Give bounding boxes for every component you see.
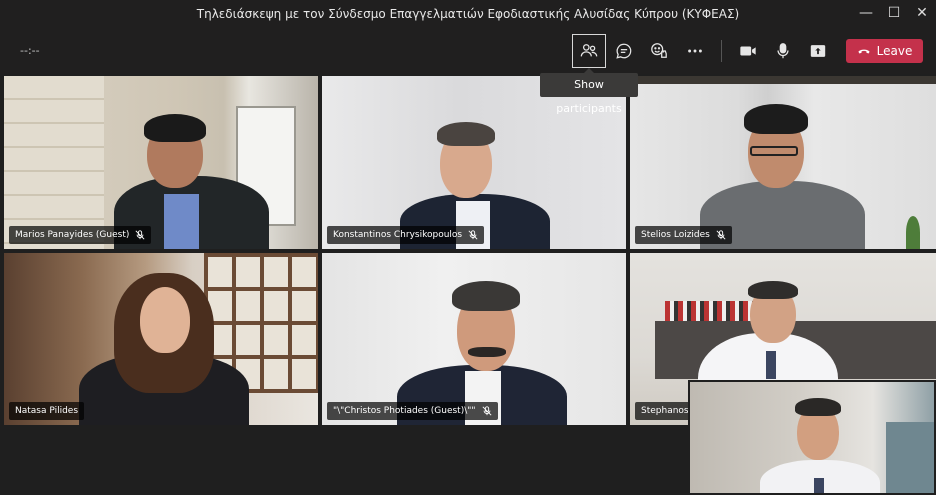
microphone-button[interactable]	[766, 34, 800, 68]
participant-hair	[795, 398, 841, 416]
hang-up-icon	[858, 49, 870, 54]
participant-name: Konstantinos Chrysikopoulos	[333, 230, 463, 240]
window-blinds	[4, 76, 104, 249]
more-actions-button[interactable]	[678, 34, 712, 68]
mic-off-icon	[716, 230, 726, 240]
self-view-preview[interactable]	[688, 380, 936, 495]
camera-icon	[740, 46, 756, 56]
leave-label: Leave	[876, 44, 913, 58]
microphone-icon	[777, 43, 789, 59]
show-participants-button[interactable]	[572, 34, 606, 68]
video-tile-5[interactable]: "\"Christos Photiades (Guest)\""	[322, 253, 626, 425]
mic-off-icon	[482, 406, 492, 416]
share-screen-icon	[810, 45, 826, 57]
mustache	[468, 347, 506, 357]
ceiling-strip	[630, 76, 936, 84]
title-bar: Τηλεδιάσκεψη με τον Σύνδεσμο Επαγγελματι…	[0, 0, 936, 28]
chat-button[interactable]	[607, 34, 641, 68]
mic-off-icon	[135, 230, 145, 240]
chat-icon	[616, 43, 632, 59]
glasses	[750, 146, 798, 156]
minimize-button[interactable]: —	[852, 2, 880, 24]
participant-name-tag: Natasa Pilides	[9, 402, 85, 420]
toolbar-divider	[721, 40, 722, 62]
raise-hand-icon	[651, 43, 667, 58]
window-view	[886, 422, 934, 493]
window-title: Τηλεδιάσκεψη με τον Σύνδεσμο Επαγγελματι…	[196, 7, 740, 21]
leave-button[interactable]: Leave	[846, 39, 923, 63]
participant-head	[140, 287, 190, 353]
mic-off-icon	[468, 230, 478, 240]
participant-tie	[766, 351, 776, 379]
meeting-timer: --:--	[20, 44, 40, 57]
participant-shirt	[164, 194, 199, 249]
participant-hair	[452, 281, 520, 311]
video-tile-4[interactable]: Natasa Pilides	[4, 253, 318, 425]
participant-name: "\"Christos Photiades (Guest)\""	[333, 406, 476, 416]
share-button[interactable]	[801, 34, 835, 68]
participant-name-tag: Konstantinos Chrysikopoulos	[327, 226, 485, 244]
bookshelf	[665, 301, 755, 321]
participant-name: Natasa Pilides	[15, 406, 79, 416]
participant-hair	[437, 122, 495, 146]
maximize-button[interactable]: ☐	[880, 2, 908, 24]
reactions-button[interactable]	[642, 34, 676, 68]
show-participants-tooltip: Show participants	[540, 68, 638, 115]
participants-icon	[580, 44, 598, 57]
plant	[906, 216, 920, 249]
video-tile-1[interactable]: Marios Panayides (Guest)	[4, 76, 318, 249]
close-button[interactable]: ✕	[908, 2, 936, 24]
more-icon	[688, 49, 702, 53]
participant-hair	[748, 281, 798, 299]
video-tile-3[interactable]: Stelios Loizides	[630, 76, 936, 249]
participant-hair	[144, 114, 206, 142]
participant-name-tag: "\"Christos Photiades (Guest)\""	[327, 402, 498, 420]
participant-hair	[744, 104, 808, 134]
participant-tie	[814, 478, 824, 493]
participant-name-tag: Stelios Loizides	[635, 226, 732, 244]
participant-name: Stelios Loizides	[641, 230, 710, 240]
participant-name: Marios Panayides (Guest)	[15, 230, 130, 240]
camera-button[interactable]	[731, 34, 765, 68]
participant-name-tag: Marios Panayides (Guest)	[9, 226, 152, 244]
meeting-toolbar: --:-- Leave	[0, 28, 936, 74]
